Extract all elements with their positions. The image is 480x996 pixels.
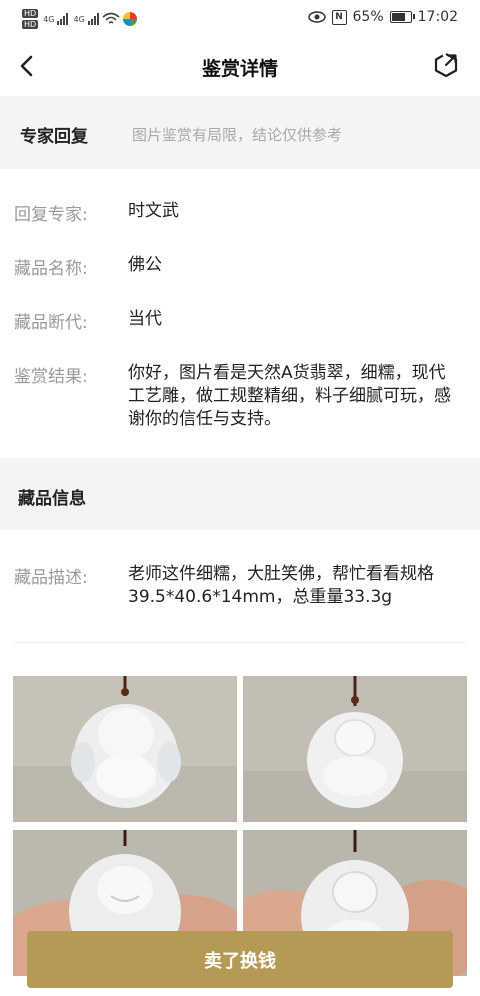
detail-label: 藏品名称:	[14, 259, 88, 279]
detail-label: 鉴赏结果:	[14, 367, 88, 387]
detail-value: 佛公	[128, 255, 162, 275]
wifi-icon	[102, 12, 120, 24]
signal-icon	[57, 13, 69, 25]
detail-label: 回复专家:	[14, 205, 88, 225]
detail-value: 时文武	[128, 201, 179, 221]
hd-badge-1: HD	[22, 9, 39, 18]
status-left: HD HD 4G 4G	[22, 9, 137, 29]
network-label-1: 4G	[43, 14, 55, 24]
battery-percent: 65%	[352, 9, 384, 25]
divider	[14, 642, 466, 643]
share-icon[interactable]	[432, 51, 460, 79]
page-title: 鉴赏详情	[201, 58, 278, 80]
clock: 17:02	[417, 9, 458, 25]
detail-label: 藏品断代:	[14, 313, 88, 333]
status-bar: HD HD 4G 4G N 65% 17:02	[0, 0, 480, 36]
detail-label: 藏品描述:	[14, 568, 88, 588]
collection-info-title: 藏品信息	[18, 489, 86, 509]
nfc-icon: N	[331, 9, 347, 25]
status-right: N 65% 17:02	[307, 9, 458, 25]
expert-reply-bar: 专家回复 图片鉴赏有局限，结论仅供参考	[0, 96, 480, 169]
jade-buddha-photo-back[interactable]	[243, 676, 467, 822]
detail-value: 老师这件细糯，大肚笑佛，帮忙看看规格39.5*40.6*14mm，总重量33.3…	[128, 564, 434, 607]
app-header: 鉴赏详情	[0, 36, 480, 96]
expert-reply-title: 专家回复	[20, 127, 88, 147]
collection-info-bar: 藏品信息	[0, 458, 480, 530]
hd-badge-2: HD	[22, 20, 39, 29]
eye-icon	[307, 11, 326, 23]
detail-value: 当代	[128, 309, 162, 329]
sell-button[interactable]: 卖了换钱	[27, 931, 453, 988]
jade-buddha-photo-front[interactable]	[13, 676, 237, 822]
app-icon	[122, 12, 137, 26]
disclaimer-text: 图片鉴赏有局限，结论仅供参考	[132, 126, 343, 144]
network-label-2: 4G	[73, 14, 85, 24]
battery-icon	[389, 11, 415, 23]
battery-fill	[391, 13, 405, 21]
detail-value: 你好，图片看是天然A货翡翠，细糯，现代工艺雕，做工规整精细，料子细腻可玩，感谢你…	[128, 363, 451, 429]
hd-icon: HD HD	[22, 9, 39, 29]
signal-icon-2	[87, 13, 99, 25]
